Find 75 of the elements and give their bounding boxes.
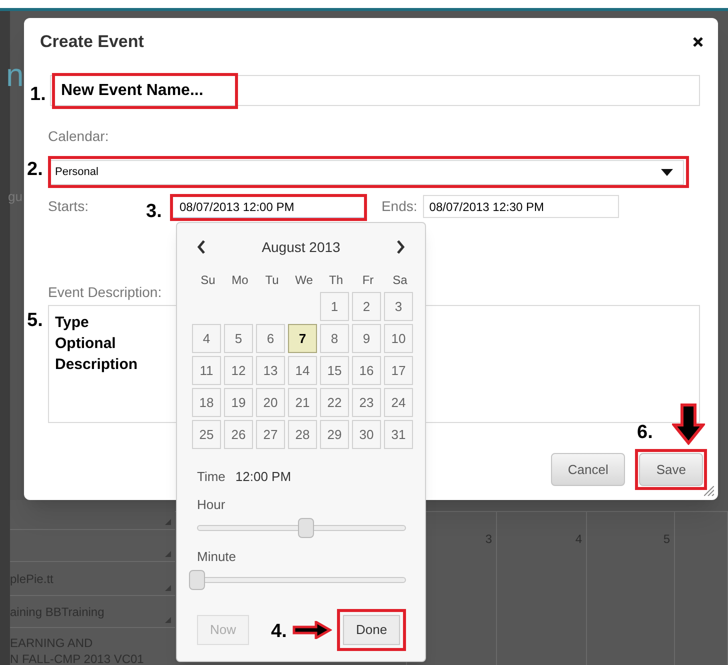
calendar-day[interactable]: 5 [224,324,253,353]
next-month-icon [396,240,405,254]
calendar-select[interactable]: Personal [48,160,684,185]
calendar-day[interactable]: 3 [384,292,413,321]
calendar-day[interactable]: 9 [352,324,381,353]
time-value: 12:00 PM [235,468,292,486]
calendar-day[interactable]: 17 [384,356,413,385]
calendar-day[interactable]: 24 [384,388,413,417]
calendar-day[interactable]: 11 [192,356,221,385]
heading-fragment: n [6,57,24,93]
calendar-day[interactable]: 29 [320,420,349,449]
calendar-day[interactable]: 20 [256,388,285,417]
weekday-label: Sa [392,272,408,289]
slider-thumb[interactable] [298,518,314,538]
slider-thumb[interactable] [189,570,205,590]
step-number: 5. [27,310,43,332]
step-number: 4. [271,621,287,643]
calendar-day[interactable]: 6 [256,324,285,353]
resize-grip-icon [165,617,171,623]
calendar-day[interactable]: 26 [224,420,253,449]
event-name-field[interactable]: New Event Name... [50,75,700,106]
calendar-day[interactable]: 31 [384,420,413,449]
field-label: Calendar: [48,127,110,145]
calendar-day[interactable]: 28 [288,420,317,449]
calendar-day[interactable]: 1 [320,292,349,321]
time-label: Time [197,468,226,486]
weekday-label: Fr [362,272,374,289]
calendar-day[interactable]: 8 [320,324,349,353]
calendar-day[interactable]: 14 [288,356,317,385]
dropdown-caret-icon [661,169,673,176]
calendar-day[interactable]: 4 [192,324,221,353]
down-arrow-icon [672,403,705,445]
field-label: Event Description: [48,283,162,301]
previous-month-icon [197,240,206,254]
weekday-label: Su [200,272,216,289]
calendar-day[interactable]: 19 [224,388,253,417]
month-title: August 2013 [262,238,340,257]
calendar-day[interactable]: 16 [352,356,381,385]
close-icon [693,37,703,47]
calendar-day[interactable]: 25 [192,420,221,449]
calendar-day[interactable]: 27 [256,420,285,449]
step-number: 6. [637,422,653,444]
resize-grip-icon [704,486,714,496]
calendar-day[interactable]: 22 [320,388,349,417]
calendar-day[interactable]: 10 [384,324,413,353]
resize-grip-icon [165,585,171,591]
calendar-day[interactable]: 13 [256,356,285,385]
calendar-day[interactable]: 12 [224,356,253,385]
dialog-button[interactable]: Cancel [550,453,626,486]
resize-grip-icon [165,551,171,557]
text-fragment: gu [8,188,22,206]
field-label: Ends: [381,197,418,216]
calendar-day[interactable]: 21 [288,388,317,417]
calendar-day[interactable]: 18 [192,388,221,417]
calendar-day[interactable]: 15 [320,356,349,385]
dialog-title: Create Event [40,31,144,54]
field-label: Starts: [48,197,88,216]
datepicker-button[interactable]: Done [343,615,400,645]
calendar-day[interactable]: 23 [352,388,381,417]
dialog-button[interactable]: Save [639,453,703,486]
weekday-label: Mo [232,272,248,289]
calendar-day[interactable]: 7 [288,324,317,353]
slider-label: Hour [197,497,226,513]
step-number: 3. [146,201,162,223]
weekday-label: Th [328,272,343,289]
right-arrow-icon [292,621,332,639]
calendar-day[interactable]: 2 [352,292,381,321]
weekday-label: Tu [265,272,279,289]
end-date-field[interactable]: 08/07/2013 12:30 PM [423,195,620,218]
calendar-day[interactable]: 30 [352,420,381,449]
slider-label: Minute [197,549,236,565]
resize-grip-icon [165,519,171,525]
step-number: 2. [27,159,43,181]
step-number: 1. [30,84,46,106]
weekday-label: We [295,272,313,289]
